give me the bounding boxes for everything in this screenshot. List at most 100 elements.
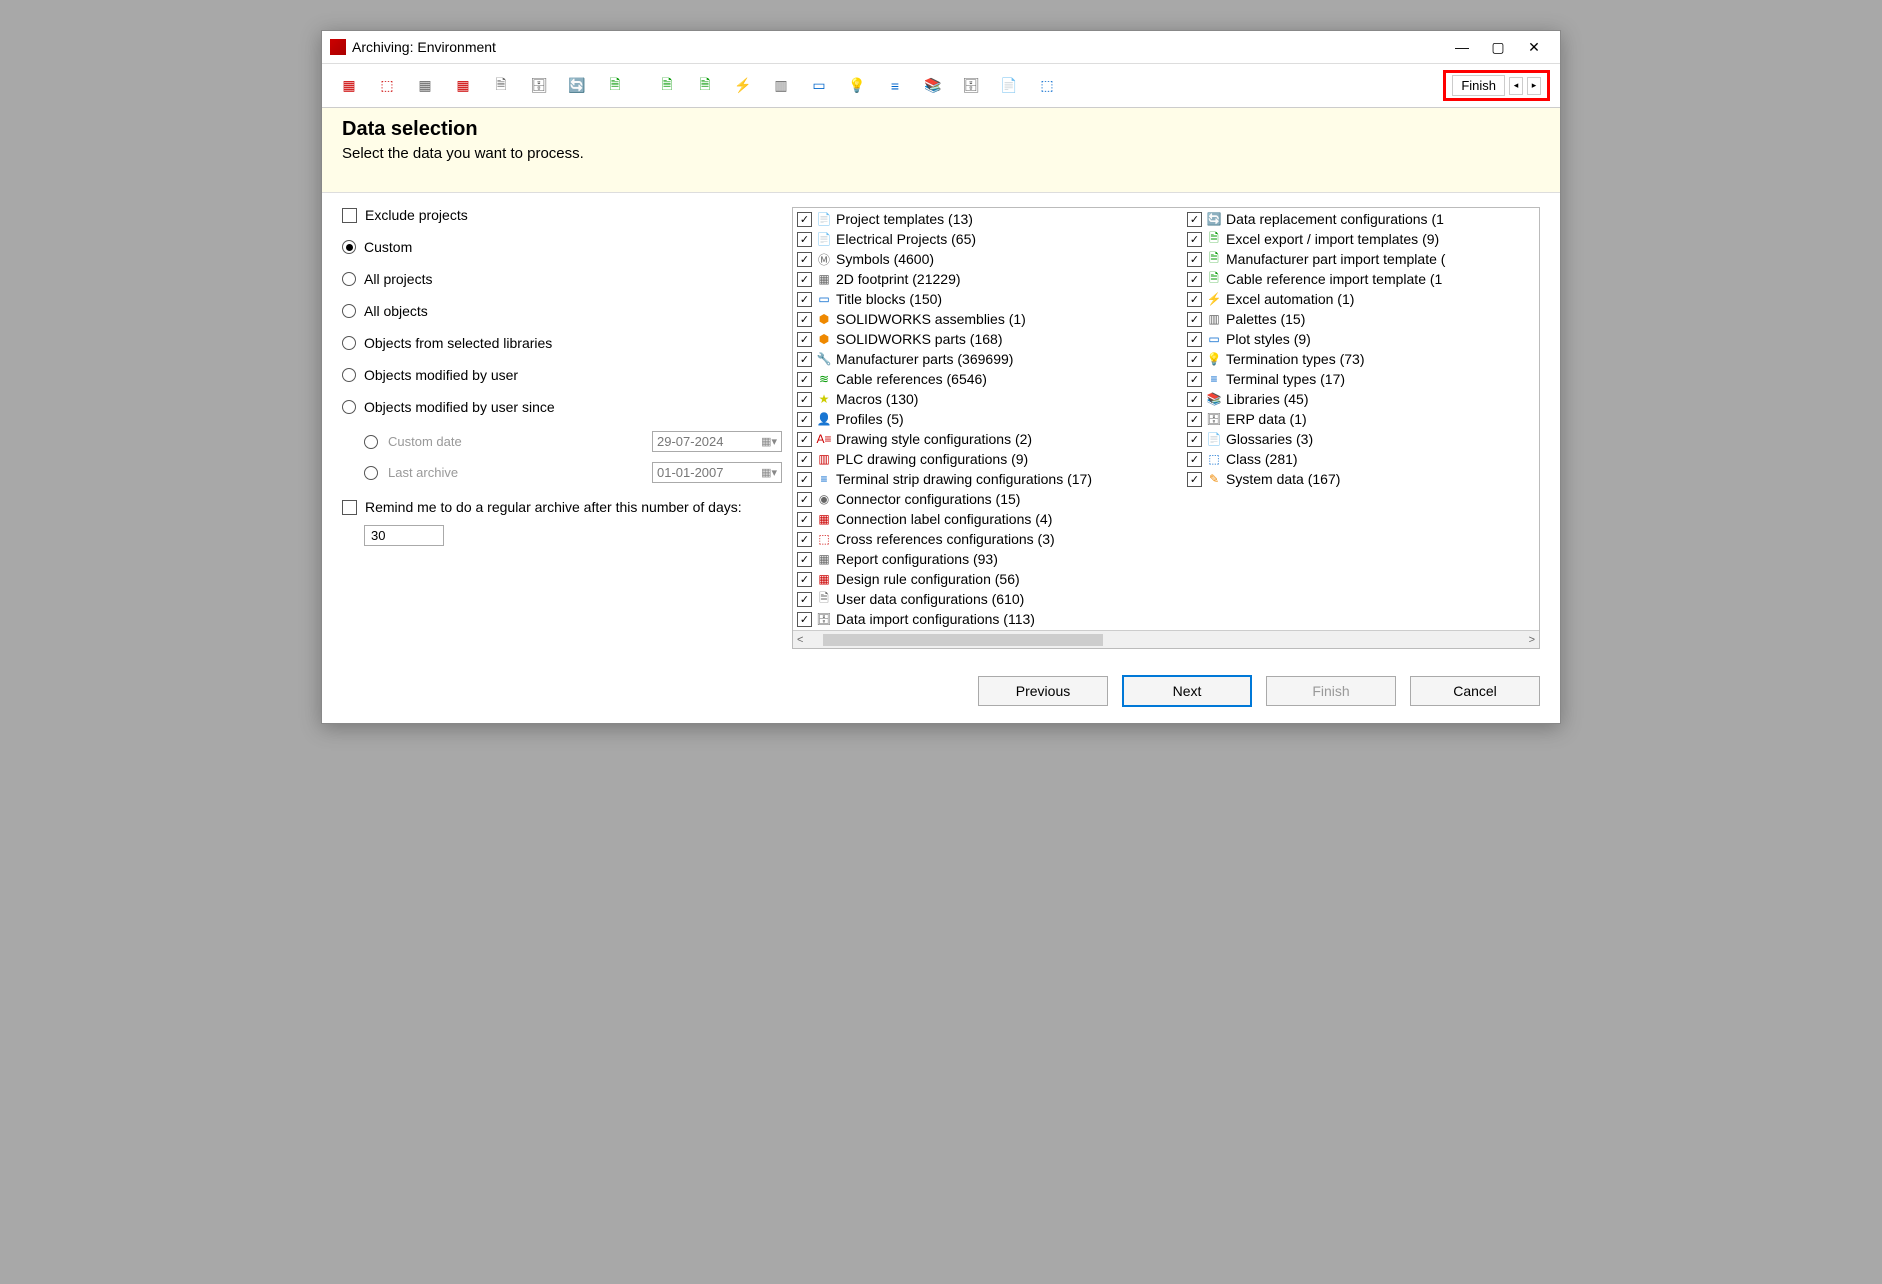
tree-item[interactable]: 🔄Data replacement configurations (1 (1183, 210, 1539, 228)
tree-item[interactable]: ⬚Class (281) (1183, 450, 1539, 468)
tree-item[interactable]: ⚡Excel automation (1) (1183, 290, 1539, 308)
tree-item-checkbox[interactable] (1187, 372, 1202, 387)
tree-item-checkbox[interactable] (797, 572, 812, 587)
tree-item-checkbox[interactable] (1187, 332, 1202, 347)
tree-item[interactable]: 🗄ERP data (1) (1183, 410, 1539, 428)
tree-item-checkbox[interactable] (797, 472, 812, 487)
remind-checkbox[interactable] (342, 500, 357, 515)
tree-item[interactable]: ≡Terminal strip drawing configurations (… (793, 470, 1183, 488)
tree-item[interactable]: 📚Libraries (45) (1183, 390, 1539, 408)
tree-item-checkbox[interactable] (797, 372, 812, 387)
toolbar-icon-3[interactable]: ▦ (414, 75, 436, 97)
scroll-right-arrow[interactable]: > (1529, 634, 1535, 646)
tree-item-checkbox[interactable] (797, 552, 812, 567)
toolbar-icon-4[interactable]: ▦ (452, 75, 474, 97)
radio-from-libraries-row[interactable]: Objects from selected libraries (342, 335, 782, 351)
tree-item[interactable]: ≡Terminal types (17) (1183, 370, 1539, 388)
radio-custom[interactable] (342, 240, 356, 254)
toolbar-icon-16[interactable]: 📚 (922, 75, 944, 97)
tree-item-checkbox[interactable] (797, 612, 812, 627)
close-button[interactable]: ✕ (1516, 35, 1552, 59)
toolbar-icon-6[interactable]: 🗄 (528, 75, 550, 97)
tree-item-checkbox[interactable] (797, 272, 812, 287)
tree-item-checkbox[interactable] (1187, 312, 1202, 327)
tree-item[interactable]: ▦Report configurations (93) (793, 550, 1183, 568)
remind-days-input[interactable]: 30 (364, 525, 444, 546)
tree-item-checkbox[interactable] (797, 212, 812, 227)
scroll-right-button[interactable]: ▸ (1527, 77, 1541, 95)
tree-item[interactable]: 💡Termination types (73) (1183, 350, 1539, 368)
radio-all-projects-row[interactable]: All projects (342, 271, 782, 287)
toolbar-icon-10[interactable]: 🗎 (694, 75, 716, 97)
tree-item-checkbox[interactable] (797, 432, 812, 447)
toolbar-icon-14[interactable]: 💡 (846, 75, 868, 97)
tree-item-checkbox[interactable] (797, 512, 812, 527)
tree-item[interactable]: 👤Profiles (5) (793, 410, 1183, 428)
tree-item[interactable]: ▦2D footprint (21229) (793, 270, 1183, 288)
toolbar-icon-1[interactable]: ▦ (338, 75, 360, 97)
finish-toolbar-button[interactable]: Finish (1452, 75, 1505, 96)
next-button[interactable]: Next (1122, 675, 1252, 707)
tree-item-checkbox[interactable] (797, 252, 812, 267)
scroll-left-button[interactable]: ◂ (1509, 77, 1523, 95)
tree-item-checkbox[interactable] (1187, 432, 1202, 447)
radio-all-objects-row[interactable]: All objects (342, 303, 782, 319)
tree-item[interactable]: ≋Cable references (6546) (793, 370, 1183, 388)
radio-by-user[interactable] (342, 368, 356, 382)
toolbar-icon-18[interactable]: 📄 (998, 75, 1020, 97)
radio-from-libraries[interactable] (342, 336, 356, 350)
tree-item[interactable]: ✎System data (167) (1183, 470, 1539, 488)
tree-item[interactable]: 🗄Data import configurations (113) (793, 610, 1183, 628)
tree-item[interactable]: 📄Electrical Projects (65) (793, 230, 1183, 248)
tree-item[interactable]: ⬢SOLIDWORKS parts (168) (793, 330, 1183, 348)
toolbar-icon-19[interactable]: ⬚ (1036, 75, 1058, 97)
tree-item[interactable]: 🗎Cable reference import template (1 (1183, 270, 1539, 288)
tree-item-checkbox[interactable] (1187, 272, 1202, 287)
toolbar-icon-17[interactable]: 🗄 (960, 75, 982, 97)
tree-item-checkbox[interactable] (797, 292, 812, 307)
tree-item-checkbox[interactable] (1187, 472, 1202, 487)
tree-item-checkbox[interactable] (1187, 352, 1202, 367)
tree-item-checkbox[interactable] (1187, 292, 1202, 307)
maximize-button[interactable]: ▢ (1480, 35, 1516, 59)
tree-item-checkbox[interactable] (1187, 452, 1202, 467)
tree-item[interactable]: ▦Connection label configurations (4) (793, 510, 1183, 528)
tree-item-checkbox[interactable] (797, 352, 812, 367)
toolbar-icon-13[interactable]: ▭ (808, 75, 830, 97)
tree-item-checkbox[interactable] (1187, 412, 1202, 427)
horizontal-scrollbar[interactable]: < > (793, 630, 1539, 648)
toolbar-icon-15[interactable]: ≡ (884, 75, 906, 97)
toolbar-icon-9[interactable]: 🗎 (656, 75, 678, 97)
toolbar-icon-8[interactable]: 🗎 (604, 75, 626, 97)
tree-item-checkbox[interactable] (1187, 212, 1202, 227)
tree-item-checkbox[interactable] (797, 392, 812, 407)
tree-item[interactable]: 🗎Manufacturer part import template ( (1183, 250, 1539, 268)
exclude-projects-checkbox[interactable] (342, 208, 357, 223)
radio-custom-row[interactable]: Custom (342, 239, 782, 255)
tree-item[interactable]: ▦Design rule configuration (56) (793, 570, 1183, 588)
tree-item-checkbox[interactable] (1187, 252, 1202, 267)
remind-row[interactable]: Remind me to do a regular archive after … (342, 499, 782, 515)
tree-item-checkbox[interactable] (797, 452, 812, 467)
tree-item[interactable]: 📄Project templates (13) (793, 210, 1183, 228)
radio-by-user-row[interactable]: Objects modified by user (342, 367, 782, 383)
tree-item-checkbox[interactable] (797, 532, 812, 547)
tree-item[interactable]: ▭Plot styles (9) (1183, 330, 1539, 348)
radio-by-user-since-row[interactable]: Objects modified by user since (342, 399, 782, 415)
tree-item-checkbox[interactable] (797, 412, 812, 427)
toolbar-icon-11[interactable]: ⚡ (732, 75, 754, 97)
tree-item[interactable]: ⓂSymbols (4600) (793, 250, 1183, 268)
tree-item-checkbox[interactable] (797, 312, 812, 327)
tree-item-checkbox[interactable] (1187, 232, 1202, 247)
toolbar-icon-12[interactable]: ▥ (770, 75, 792, 97)
minimize-button[interactable]: — (1444, 35, 1480, 59)
tree-item[interactable]: ★Macros (130) (793, 390, 1183, 408)
tree-item[interactable]: 🔧Manufacturer parts (369699) (793, 350, 1183, 368)
tree-item[interactable]: ⬚Cross references configurations (3) (793, 530, 1183, 548)
tree-item[interactable]: ◉Connector configurations (15) (793, 490, 1183, 508)
scroll-left-arrow[interactable]: < (797, 634, 803, 646)
tree-item-checkbox[interactable] (797, 332, 812, 347)
scrollbar-thumb[interactable] (823, 634, 1103, 646)
toolbar-icon-2[interactable]: ⬚ (376, 75, 398, 97)
tree-item-checkbox[interactable] (797, 592, 812, 607)
